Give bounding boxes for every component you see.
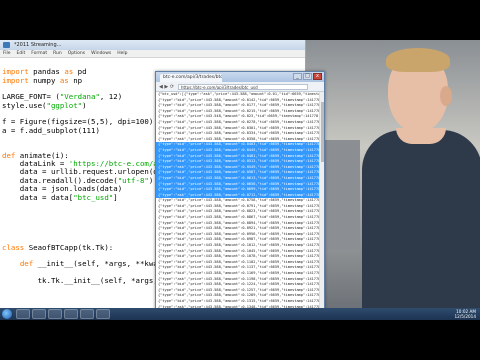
json-line: {"type":"bid","price":443.588,"amount":0…: [156, 159, 324, 165]
browser-window[interactable]: btc-e.com/api/3/trades/btc_usd _ □ x ◀ ▶…: [155, 71, 325, 320]
taskbar-icon-explorer[interactable]: [16, 309, 30, 319]
python-icon: [3, 42, 10, 48]
minimize-button[interactable]: _: [293, 73, 302, 80]
taskbar-icon-python[interactable]: [80, 309, 94, 319]
scrollbar-thumb[interactable]: [321, 102, 324, 162]
screen: *2011 Streaming... File Edit Format Run Opti…: [0, 40, 480, 320]
json-line: {"type":"bid","price":443.588,"amount":0…: [158, 119, 324, 124]
json-line: {"type":"bid","price":443.588,"amount":0…: [156, 147, 324, 154]
menu-item[interactable]: Help: [117, 51, 127, 56]
person-hair: [386, 48, 450, 72]
system-clock[interactable]: 10:02 AM 12/5/2014: [455, 309, 476, 319]
taskbar-icon-terminal[interactable]: [96, 309, 110, 319]
video-frame: *2011 Streaming... File Edit Format Run Opti…: [0, 0, 480, 360]
window-controls: _ □ x: [293, 73, 322, 80]
taskbar: 10:02 AM 12/5/2014: [0, 308, 480, 320]
menu-item[interactable]: Format: [31, 51, 47, 56]
json-line: {"type":"bid","price":443.588,"amount":0…: [158, 271, 324, 275]
browser-tab-bar: btc-e.com/api/3/trades/btc_usd _ □ x: [156, 72, 324, 82]
json-line: {"type":"bid","price":443.588,"amount":0…: [158, 282, 324, 287]
nav-buttons[interactable]: ◀ ▶ ⟳: [159, 84, 174, 90]
menu-item[interactable]: File: [3, 51, 11, 56]
person-ear: [440, 86, 452, 106]
json-line: {"type":"bid","price":443.588,"amount":0…: [156, 175, 324, 182]
json-line: {"type":"bid","price":443.588,"amount":0…: [158, 298, 324, 303]
editor-title-bar[interactable]: *2011 Streaming...: [0, 40, 305, 50]
menu-item[interactable]: Options: [68, 51, 85, 56]
json-line: {"type":"bid","price":443.588,"amount":0…: [158, 103, 324, 108]
json-line: {"type":"bid","price":443.588,"amount":0…: [158, 243, 324, 248]
address-bar[interactable]: https://btc-e.com/api/3/trades/btc_usd: [178, 84, 308, 90]
taskbar-icon-media[interactable]: [32, 309, 46, 319]
json-line: {"type":"bid","price":443.588,"amount":0…: [158, 131, 324, 136]
editor-menu-bar: File Edit Format Run Options Windows Help: [0, 50, 305, 58]
json-response-view[interactable]: {"btc_usd":[{"type":"ask","price":443.58…: [156, 92, 324, 320]
json-line: {"type":"bid","price":443.588,"amount":0…: [158, 215, 324, 220]
json-line: {"btc_usd":[{"type":"ask","price":443.58…: [158, 92, 324, 96]
maximize-button[interactable]: □: [303, 73, 312, 80]
json-line: {"type":"bid","price":443.588,"amount":0…: [158, 254, 324, 259]
menu-item[interactable]: Run: [53, 51, 62, 56]
taskbar-icon-folder[interactable]: [48, 309, 62, 319]
browser-tab[interactable]: btc-e.com/api/3/trades/btc_usd: [160, 74, 222, 82]
browser-scrollbar[interactable]: [319, 92, 324, 320]
person-body: [362, 130, 480, 308]
start-button[interactable]: [2, 309, 12, 319]
clock-date: 12/5/2014: [454, 314, 476, 319]
webcam-overlay: [300, 40, 480, 308]
editor-title: *2011 Streaming...: [14, 42, 62, 48]
browser-toolbar: ◀ ▶ ⟳ https://btc-e.com/api/3/trades/btc…: [156, 82, 324, 92]
menu-item[interactable]: Edit: [17, 51, 26, 56]
taskbar-icon-chrome[interactable]: [64, 309, 78, 319]
json-line: {"type":"bid","price":443.588,"amount":0…: [156, 187, 324, 193]
close-button[interactable]: x: [313, 73, 322, 80]
menu-item[interactable]: Windows: [91, 51, 111, 56]
